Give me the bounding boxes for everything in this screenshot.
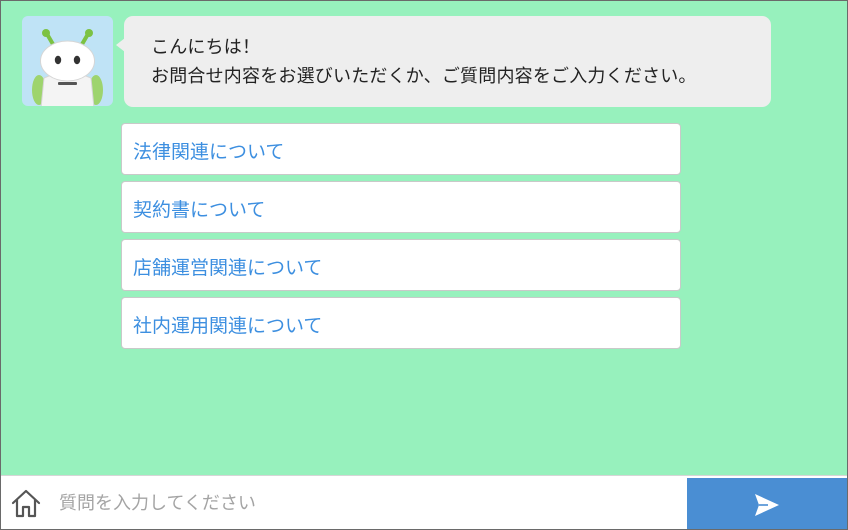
- option-internal-operation-button[interactable]: 社内運用関連について: [121, 297, 681, 349]
- chat-window: こんにちは！ お問合せ内容をお選びいただくか、ご質問内容をご入力ください。 法律…: [0, 0, 848, 530]
- send-button[interactable]: [687, 478, 847, 529]
- bot-avatar: [22, 16, 113, 106]
- question-input[interactable]: [51, 482, 689, 524]
- send-icon: [755, 494, 779, 516]
- option-contract-button[interactable]: 契約書について: [121, 181, 681, 233]
- robot-icon: [32, 29, 103, 106]
- option-store-operation-button[interactable]: 店舗運営関連について: [121, 239, 681, 291]
- home-icon: [11, 489, 41, 518]
- option-legal-button[interactable]: 法律関連について: [121, 123, 681, 175]
- option-list: 法律関連について 契約書について 店舗運営関連について 社内運用関連について: [121, 123, 681, 355]
- input-bar: [1, 475, 847, 529]
- greeting-text: こんにちは！: [151, 37, 261, 58]
- bot-message-bubble: こんにちは！ お問合せ内容をお選びいただくか、ご質問内容をご入力ください。: [116, 16, 771, 107]
- instruction-text: お問合せ内容をお選びいただくか、ご質問内容をご入力ください。: [151, 66, 697, 87]
- home-button[interactable]: [9, 486, 43, 520]
